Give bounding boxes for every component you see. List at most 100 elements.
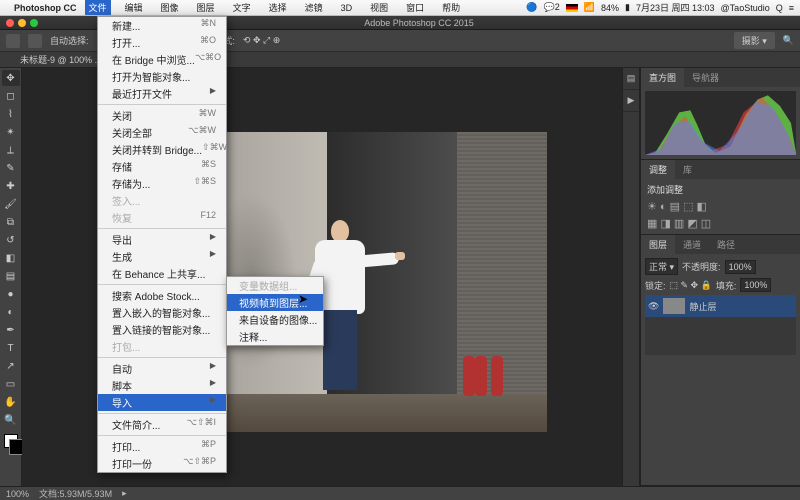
file-menu-item[interactable]: 新建...⌘N	[98, 17, 226, 34]
file-menu-item[interactable]: 存储⌘S	[98, 158, 226, 175]
menu-image[interactable]: 图像	[157, 0, 183, 15]
menu-file[interactable]: 文件	[85, 0, 111, 15]
crop-tool[interactable]: ⟂	[2, 142, 20, 158]
keyboard-flag-icon[interactable]	[566, 4, 578, 12]
history-brush-tool[interactable]: ↺	[2, 232, 20, 248]
pen-tool[interactable]: ✒	[2, 322, 20, 338]
shape-tool[interactable]: ▭	[2, 376, 20, 392]
social-icon[interactable]: 🔵	[526, 2, 537, 13]
menu-edit[interactable]: 编辑	[121, 0, 147, 15]
layer-item[interactable]: 👁 静止层	[645, 295, 796, 317]
tab-navigator[interactable]: 导航器	[684, 68, 727, 87]
opacity-input[interactable]: 100%	[725, 260, 756, 274]
tab-paths[interactable]: 路径	[709, 235, 743, 254]
heal-tool[interactable]: ✚	[2, 178, 20, 194]
brush-tool[interactable]: 🖌	[2, 196, 20, 212]
layers-list[interactable]: 👁 静止层	[645, 295, 796, 355]
workspace-switcher[interactable]: 摄影 ▾	[734, 32, 775, 49]
menubar-app-name[interactable]: Photoshop CC	[14, 3, 77, 13]
file-menu-item[interactable]: 脚本▶	[98, 377, 226, 394]
wand-tool[interactable]: ✴	[2, 124, 20, 140]
menu-select[interactable]: 选择	[265, 0, 291, 15]
spotlight-icon[interactable]: Q	[776, 3, 783, 13]
adjustment-icons-row2[interactable]: ▦ ◨ ▥ ◩ ◫	[647, 217, 794, 230]
tab-libraries[interactable]: 库	[675, 160, 700, 179]
blur-tool[interactable]: ●	[2, 286, 20, 302]
menu-help[interactable]: 帮助	[438, 0, 464, 15]
zoom-level[interactable]: 100%	[6, 489, 29, 499]
blend-mode-select[interactable]: 正常 ▾	[645, 258, 678, 275]
3d-mode-icons[interactable]: ⟲ ✥ ⤢ ⊕	[243, 35, 280, 46]
actions-panel-icon[interactable]: ▶	[623, 90, 639, 112]
file-menu-item[interactable]: 在 Bridge 中浏览...⌥⌘O	[98, 51, 226, 68]
file-menu-item[interactable]: 关闭⌘W	[98, 107, 226, 124]
color-swatch[interactable]	[4, 434, 18, 448]
file-menu-item[interactable]: 置入链接的智能对象...	[98, 321, 226, 338]
tab-histogram[interactable]: 直方图	[641, 68, 684, 87]
eyedropper-tool[interactable]: ✎	[2, 160, 20, 176]
chat-icon[interactable]: 💬2	[544, 2, 560, 13]
file-menu-item[interactable]: 置入嵌入的智能对象...	[98, 304, 226, 321]
file-menu-item[interactable]: 关闭并转到 Bridge...⇧⌘W	[98, 141, 226, 158]
menu-window[interactable]: 窗口	[402, 0, 428, 15]
chevron-right-icon[interactable]: ▸	[122, 488, 127, 499]
user-name[interactable]: @TaoStudio	[721, 3, 770, 13]
file-menu-item[interactable]: 存储为...⇧⌘S	[98, 175, 226, 192]
type-tool[interactable]: T	[2, 340, 20, 356]
menu-3d[interactable]: 3D	[337, 2, 357, 14]
tab-layers[interactable]: 图层	[641, 235, 675, 254]
gradient-tool[interactable]: ▤	[2, 268, 20, 284]
battery-status[interactable]: 84%	[601, 3, 619, 13]
wifi-icon[interactable]: 📶	[584, 2, 595, 13]
menu-type[interactable]: 文字	[229, 0, 255, 15]
file-menu-item[interactable]: 导出▶	[98, 231, 226, 248]
ps-logo-icon[interactable]	[6, 34, 20, 48]
clock[interactable]: 7月23日 周四 13:03	[636, 1, 715, 14]
zoom-window-button[interactable]	[30, 19, 38, 27]
marquee-tool[interactable]: ◻	[2, 88, 20, 104]
tab-adjustments[interactable]: 调整	[641, 160, 675, 179]
import-submenu-item[interactable]: 来自设备的图像...	[227, 311, 323, 328]
adjustment-icons-row1[interactable]: ☀ ◐ ▤ ⬚ ◧	[647, 200, 794, 213]
file-menu-item[interactable]: 文件简介...⌥⇧⌘I	[98, 416, 226, 433]
dodge-tool[interactable]: ◐	[2, 304, 20, 320]
file-menu-item[interactable]: 搜索 Adobe Stock...	[98, 287, 226, 304]
layer-name[interactable]: 静止层	[689, 300, 716, 313]
zoom-tool[interactable]: 🔍	[2, 412, 20, 428]
import-submenu-item[interactable]: 注释...	[227, 328, 323, 345]
close-window-button[interactable]	[6, 19, 14, 27]
file-menu-item[interactable]: 最近打开文件▶	[98, 85, 226, 102]
tab-channels[interactable]: 通道	[675, 235, 709, 254]
menu-filter[interactable]: 滤镜	[301, 0, 327, 15]
layer-thumbnail[interactable]	[663, 298, 685, 314]
menu-extra-icon[interactable]: ≡	[789, 3, 794, 13]
fill-input[interactable]: 100%	[740, 278, 771, 292]
menu-view[interactable]: 视图	[366, 0, 392, 15]
move-tool[interactable]: ✥	[2, 70, 20, 86]
file-menu-item[interactable]: 在 Behance 上共享...	[98, 265, 226, 282]
document-tab[interactable]: 未标题-9 @ 100% ...	[20, 53, 102, 66]
search-icon[interactable]: 🔍	[783, 35, 794, 46]
file-menu-item[interactable]: 打开为智能对象...	[98, 68, 226, 85]
history-panel-icon[interactable]: ▤	[623, 68, 639, 90]
hand-tool[interactable]: ✋	[2, 394, 20, 410]
doc-info[interactable]: 文档:5.93M/5.93M	[39, 487, 112, 500]
file-menu-item[interactable]: 导入▶	[98, 394, 226, 411]
lock-icons[interactable]: ⬚ ✎ ✥ 🔒	[670, 280, 712, 291]
eraser-tool[interactable]: ◧	[2, 250, 20, 266]
menu-layer[interactable]: 图层	[193, 0, 219, 15]
file-menu-item[interactable]: 自动▶	[98, 360, 226, 377]
file-menu-item[interactable]: 打印...⌘P	[98, 438, 226, 455]
path-tool[interactable]: ↗	[2, 358, 20, 374]
toolbox: ✥ ◻ ⌇ ✴ ⟂ ✎ ✚ 🖌 ⧉ ↺ ◧ ▤ ● ◐ ✒ T ↗ ▭ ✋ 🔍	[0, 68, 22, 486]
lasso-tool[interactable]: ⌇	[2, 106, 20, 122]
file-menu-item[interactable]: 生成▶	[98, 248, 226, 265]
file-menu-item[interactable]: 关闭全部⌥⌘W	[98, 124, 226, 141]
file-menu-item[interactable]: 打开...⌘O	[98, 34, 226, 51]
adjustments-panel: 调整 库 添加调整 ☀ ◐ ▤ ⬚ ◧ ▦ ◨ ▥ ◩ ◫	[641, 160, 800, 235]
stamp-tool[interactable]: ⧉	[2, 214, 20, 230]
file-menu-item[interactable]: 打印一份⌥⇧⌘P	[98, 455, 226, 472]
minimize-window-button[interactable]	[18, 19, 26, 27]
import-submenu-item[interactable]: 视频帧到图层...	[227, 294, 323, 311]
visibility-icon[interactable]: 👁	[648, 301, 659, 312]
